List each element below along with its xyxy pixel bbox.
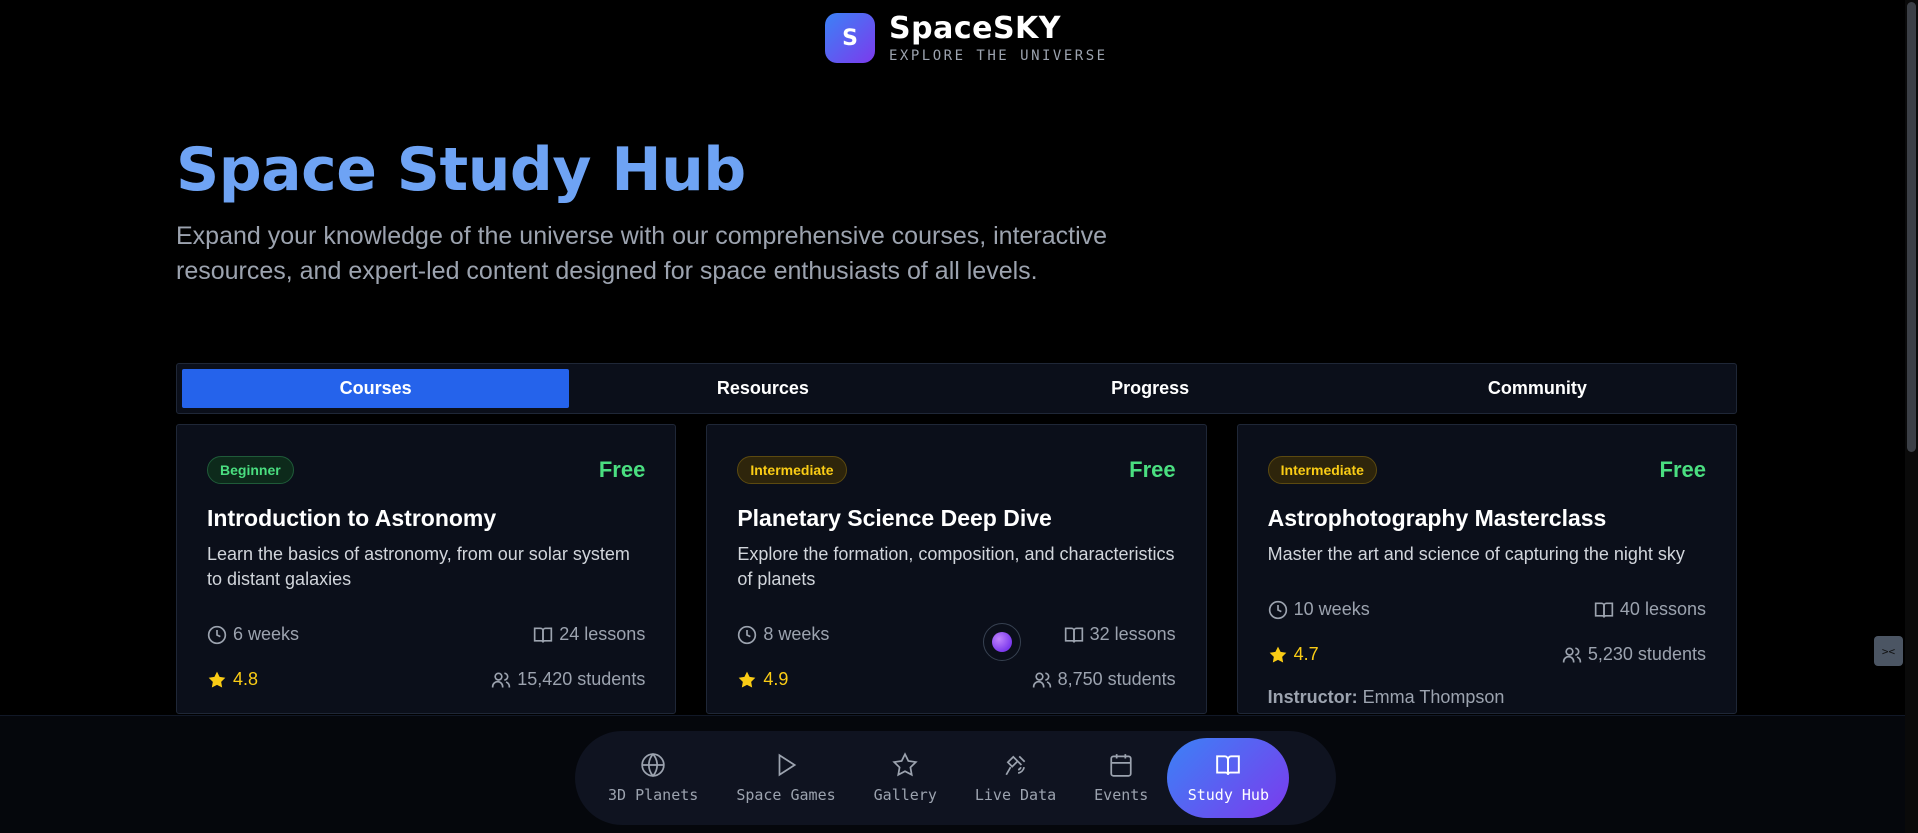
scrollbar[interactable] [1905,0,1918,833]
course-students: 8,750 students [1057,669,1176,689]
calendar-icon [1110,754,1132,777]
course-duration: 6 weeks [233,624,300,644]
brand-logo: S [825,13,875,63]
bottom-bar: 3D Planets Space Games Gallery Live Data… [0,715,1905,833]
brand[interactable]: S SpaceSKY EXPLORE THE UNIVERSE [825,12,1108,64]
nav-label: Live Data [974,786,1057,804]
course-card[interactable]: Beginner Free Introduction to Astronomy … [176,424,677,714]
course-lessons: 24 lessons [559,624,646,644]
course-students: 15,420 students [517,669,646,689]
course-rating: 4.7 [1293,644,1319,664]
side-widget-icon[interactable]: >< [1874,636,1903,666]
page-title: Space Study Hub [176,135,746,205]
tab-community[interactable]: Community [1344,369,1731,408]
users-icon [1032,672,1051,687]
course-list: Beginner Free Introduction to Astronomy … [176,424,1737,714]
book-icon [534,627,553,643]
globe-icon [641,752,665,778]
instructor-label: Instructor: [1267,687,1358,707]
price-label: Free [1129,457,1176,482]
page-description: Expand your knowledge of the universe wi… [176,222,1108,285]
tab-resources[interactable]: Resources [569,369,956,408]
course-title: Planetary Science Deep Dive [737,505,1052,531]
brand-tagline: EXPLORE THE UNIVERSE [889,48,1108,64]
course-duration: 10 weeks [1293,599,1370,619]
clock-icon [1268,600,1287,619]
orb-icon [992,632,1012,652]
course-description: Learn the basics of astronomy, from our … [207,544,630,589]
nav-item-3d-planets[interactable]: 3D Planets [589,738,717,818]
nav-label: Study Hub [1187,786,1269,804]
star-icon [1269,646,1286,662]
course-rating: 4.9 [763,669,789,689]
course-students: 5,230 students [1587,644,1706,664]
nav-label: 3D Planets [608,786,699,804]
price-label: Free [598,457,646,482]
tab-progress[interactable]: Progress [957,369,1344,408]
book-icon [1216,755,1241,775]
satellite-icon [1005,755,1025,776]
users-icon [492,672,511,687]
star-icon [892,752,918,777]
course-title: Astrophotography Masterclass [1267,505,1607,531]
course-card[interactable]: Intermediate Free Astrophotography Maste… [1236,424,1737,714]
floating-orb-button[interactable] [983,623,1021,661]
course-title: Introduction to Astronomy [207,505,497,531]
course-duration: 8 weeks [763,624,830,644]
course-description: Explore the formation, composition, and … [737,544,1175,589]
nav-label: Space Games [736,786,836,804]
nav-item-study-hub[interactable]: Study Hub [1167,738,1290,818]
course-rating: 4.8 [233,669,259,689]
instructor-name: Emma Thompson [1362,687,1505,707]
nav-item-space-games[interactable]: Space Games [717,738,854,818]
tab-courses[interactable]: Courses [182,369,570,408]
nav-item-live-data[interactable]: Live Data [956,738,1075,818]
star-icon [208,671,226,687]
book-icon [1064,627,1083,643]
book-icon [1594,602,1614,618]
course-card[interactable]: Intermediate Free Planetary Science Deep… [706,424,1207,714]
nav-label: Events [1094,786,1149,804]
course-lessons: 32 lessons [1089,624,1176,644]
level-badge: Intermediate [737,456,847,484]
play-icon [778,753,797,777]
users-icon [1562,647,1582,662]
scrollbar-thumb[interactable] [1907,2,1916,452]
nav-item-events[interactable]: Events [1075,738,1167,818]
nav-label: Gallery [873,786,937,804]
course-instructor: Instructor: Emma Thompson [1268,687,1706,708]
course-description: Master the art and science of capturing … [1267,544,1685,564]
nav-item-gallery[interactable]: Gallery [855,738,956,818]
brand-name: SpaceSKY [889,11,1062,46]
level-badge: Intermediate [1267,456,1377,484]
star-icon [738,671,756,687]
course-lessons: 40 lessons [1619,599,1706,619]
bottom-nav: 3D Planets Space Games Gallery Live Data… [575,731,1336,825]
study-tabs: Courses Resources Progress Community [176,363,1737,414]
price-label: Free [1659,457,1706,482]
level-badge: Beginner [207,456,294,484]
clock-icon [207,625,227,644]
clock-icon [738,625,757,644]
